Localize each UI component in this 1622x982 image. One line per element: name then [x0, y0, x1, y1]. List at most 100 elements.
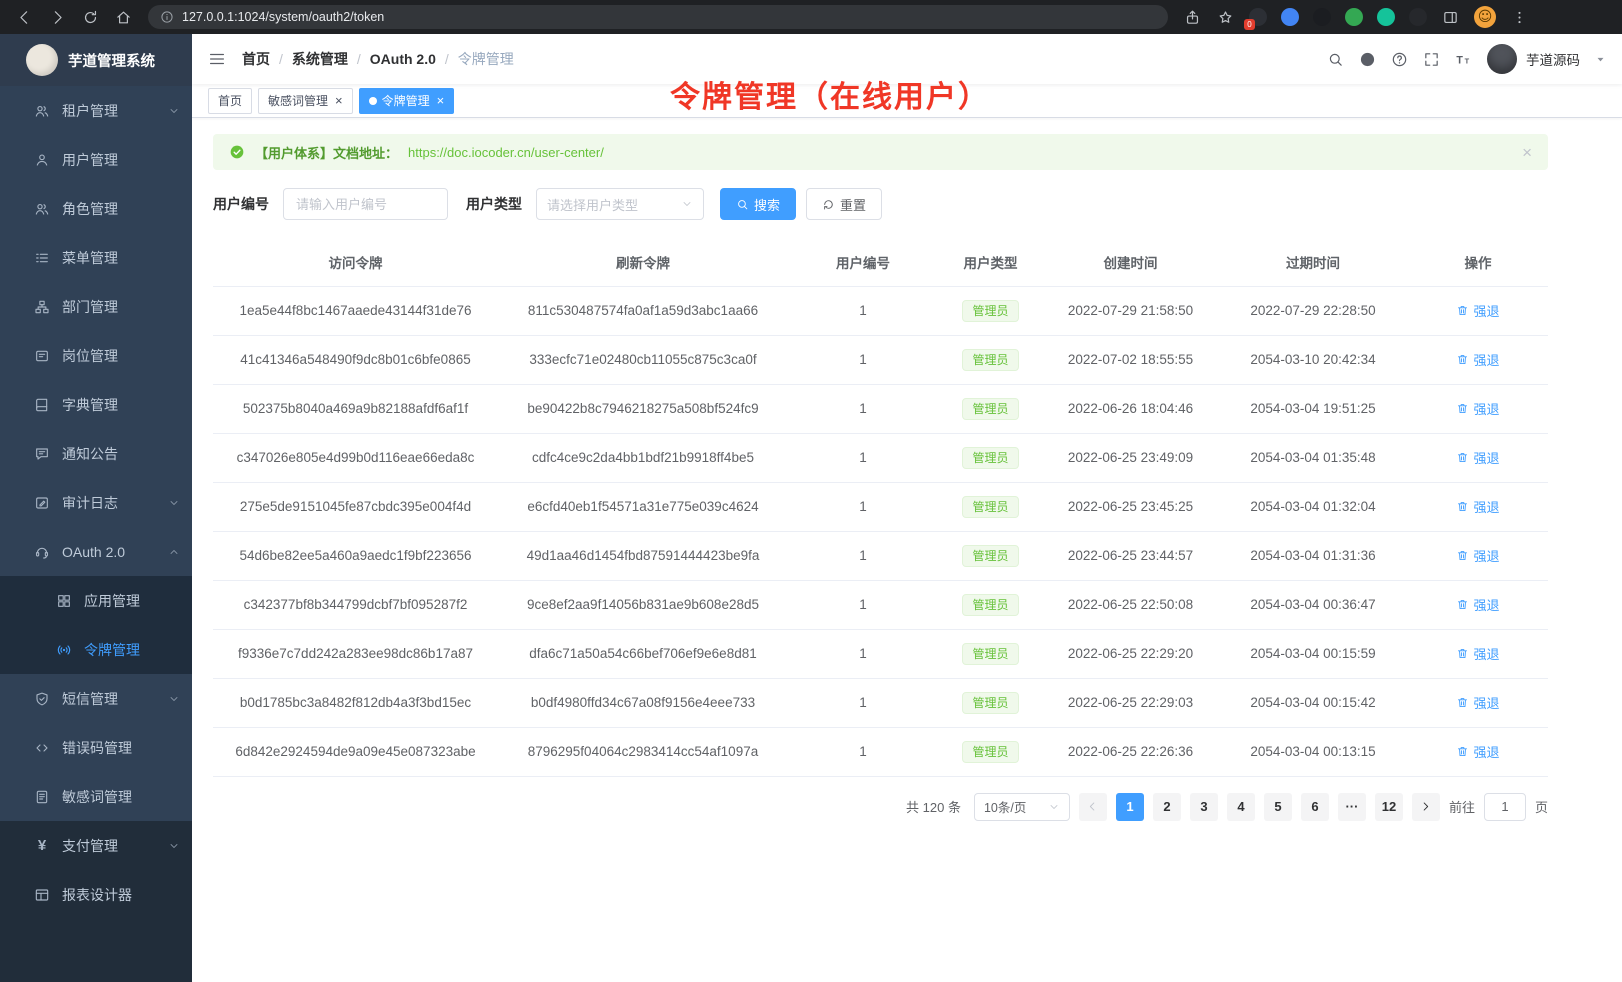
pager-page-6-button[interactable]: 6: [1301, 793, 1329, 821]
pager-page-1-button[interactable]: 1: [1116, 793, 1144, 821]
force-logout-button[interactable]: 强退: [1456, 742, 1499, 761]
user-avatar[interactable]: [1487, 44, 1517, 74]
force-logout-button[interactable]: 强退: [1456, 497, 1499, 516]
share-icon[interactable]: [1184, 9, 1201, 26]
sidebar-item-tenant-management[interactable]: 租户管理: [0, 86, 192, 135]
help-icon[interactable]: [1391, 51, 1408, 68]
alert-close-icon[interactable]: ×: [1522, 144, 1532, 161]
user-id-cell: 1: [788, 580, 938, 629]
forward-icon[interactable]: [49, 9, 66, 26]
user-type-select[interactable]: 请选择用户类型: [536, 188, 704, 220]
page-size-select[interactable]: 10条/页: [974, 793, 1070, 821]
created-time-cell: 2022-06-25 23:44:57: [1043, 531, 1218, 580]
username[interactable]: 芋道源码: [1526, 49, 1580, 69]
browser-menu-icon[interactable]: [1511, 9, 1528, 26]
pager-page-3-button[interactable]: 3: [1190, 793, 1218, 821]
fullscreen-icon[interactable]: [1423, 51, 1440, 68]
search-button[interactable]: 搜索: [720, 188, 796, 220]
browser-chrome: 127.0.0.1:1024/system/oauth2/token 0 ☺: [0, 0, 1622, 34]
user-type-cell: 管理员: [938, 482, 1043, 531]
sidebar-item-oauth2[interactable]: OAuth 2.0: [0, 527, 192, 576]
alert-text: 【用户体系】文档地址：: [255, 143, 398, 162]
table-header-row: 访问令牌刷新令牌用户编号用户类型创建时间过期时间操作: [213, 238, 1548, 286]
sidebar-item-post-management[interactable]: 岗位管理: [0, 331, 192, 380]
extension-dark-1-icon[interactable]: [1313, 8, 1331, 26]
force-logout-button[interactable]: 强退: [1456, 399, 1499, 418]
sidebar-item-label: 通知公告: [62, 444, 180, 464]
sidebar-item-user-management[interactable]: 用户管理: [0, 135, 192, 184]
force-logout-button[interactable]: 强退: [1456, 693, 1499, 712]
sidebar-item-error-code-management[interactable]: 错误码管理: [0, 723, 192, 772]
breadcrumb-item[interactable]: 首页: [242, 49, 270, 69]
force-logout-button[interactable]: 强退: [1456, 595, 1499, 614]
pager-page-4-button[interactable]: 4: [1227, 793, 1255, 821]
sidebar-item-menu-management[interactable]: 菜单管理: [0, 233, 192, 282]
breadcrumb-separator: /: [357, 51, 361, 67]
sidebar-item-role-management[interactable]: 角色管理: [0, 184, 192, 233]
doc-link[interactable]: https://doc.iocoder.cn/user-center/: [408, 145, 604, 160]
breadcrumb-item[interactable]: OAuth 2.0: [370, 51, 436, 67]
user-id-input[interactable]: [283, 188, 448, 220]
sidebar-item-dept-management[interactable]: 部门管理: [0, 282, 192, 331]
reload-icon[interactable]: [82, 9, 99, 26]
sidebar-item-report-designer[interactable]: 报表设计器: [0, 870, 192, 919]
created-time-cell: 2022-06-25 22:29:20: [1043, 629, 1218, 678]
user-type-label: 用户类型: [466, 194, 522, 214]
force-logout-button[interactable]: 强退: [1456, 301, 1499, 320]
pager-more-button[interactable]: ···: [1338, 793, 1366, 821]
font-size-icon[interactable]: TT: [1455, 51, 1472, 68]
search-icon[interactable]: [1327, 51, 1344, 68]
table-row: 1ea5e44f8bc1467aaede43144f31de76811c5304…: [213, 286, 1548, 335]
app-logo[interactable]: 芋道管理系统: [0, 34, 192, 86]
pager-page-2-button[interactable]: 2: [1153, 793, 1181, 821]
sidebar-item-app-management[interactable]: 应用管理: [0, 576, 192, 625]
tab-close-icon[interactable]: ×: [437, 94, 445, 107]
extension-dark-2-icon[interactable]: [1409, 8, 1427, 26]
pager-page-5-button[interactable]: 5: [1264, 793, 1292, 821]
pager: 123456···12: [1116, 793, 1403, 821]
sidebar-item-dict-management[interactable]: 字典管理: [0, 380, 192, 429]
force-logout-button[interactable]: 强退: [1456, 546, 1499, 565]
sidebar-item-sensitive-word-management[interactable]: 敏感词管理: [0, 772, 192, 821]
next-page-button[interactable]: [1412, 793, 1440, 821]
column-header: 操作: [1408, 238, 1548, 286]
created-time-cell: 2022-06-25 22:50:08: [1043, 580, 1218, 629]
tab-token-management[interactable]: 令牌管理×: [359, 88, 455, 114]
browser-profile-avatar[interactable]: ☺: [1474, 6, 1496, 28]
caret-down-icon[interactable]: [1595, 54, 1606, 65]
back-icon[interactable]: [16, 9, 33, 26]
breadcrumb-separator: /: [279, 51, 283, 67]
extension-teal-icon[interactable]: [1377, 8, 1395, 26]
sidebar-item-sms-management[interactable]: 短信管理: [0, 674, 192, 723]
reset-button[interactable]: 重置: [806, 188, 882, 220]
extension-green-icon[interactable]: [1345, 8, 1363, 26]
github-icon[interactable]: [1359, 51, 1376, 68]
user-type-badge: 管理员: [962, 643, 1018, 665]
force-logout-button[interactable]: 强退: [1456, 644, 1499, 663]
tab-sensitive-word-management[interactable]: 敏感词管理×: [258, 88, 353, 114]
side-panel-icon[interactable]: [1442, 9, 1459, 26]
info-icon[interactable]: [160, 10, 174, 24]
goto-page-input[interactable]: [1484, 793, 1526, 821]
force-logout-button[interactable]: 强退: [1456, 350, 1499, 369]
sidebar-item-payment-management[interactable]: ¥支付管理: [0, 821, 192, 870]
bookmark-star-icon[interactable]: [1217, 9, 1234, 26]
home-icon[interactable]: [115, 9, 132, 26]
extension-password-manager-icon[interactable]: 0: [1249, 8, 1267, 26]
extension-blue-icon[interactable]: [1281, 8, 1299, 26]
user-management-icon: [34, 152, 50, 168]
tab-close-icon[interactable]: ×: [335, 94, 343, 107]
sidebar-toggle-icon[interactable]: [208, 50, 226, 68]
prev-page-button[interactable]: [1079, 793, 1107, 821]
refresh-token-cell: 49d1aa46d1454fbd87591444423be9fa: [498, 531, 788, 580]
sidebar-item-audit-log[interactable]: 审计日志: [0, 478, 192, 527]
user-type-badge: 管理员: [962, 349, 1018, 371]
sidebar-item-notice-announcement[interactable]: 通知公告: [0, 429, 192, 478]
pager-page-12-button[interactable]: 12: [1375, 793, 1403, 821]
force-logout-button[interactable]: 强退: [1456, 448, 1499, 467]
breadcrumb-item[interactable]: 系统管理: [292, 49, 348, 69]
url-bar[interactable]: 127.0.0.1:1024/system/oauth2/token: [148, 5, 1168, 29]
user-id-cell: 1: [788, 335, 938, 384]
sidebar-item-token-management[interactable]: 令牌管理: [0, 625, 192, 674]
tab-home[interactable]: 首页: [208, 88, 252, 114]
